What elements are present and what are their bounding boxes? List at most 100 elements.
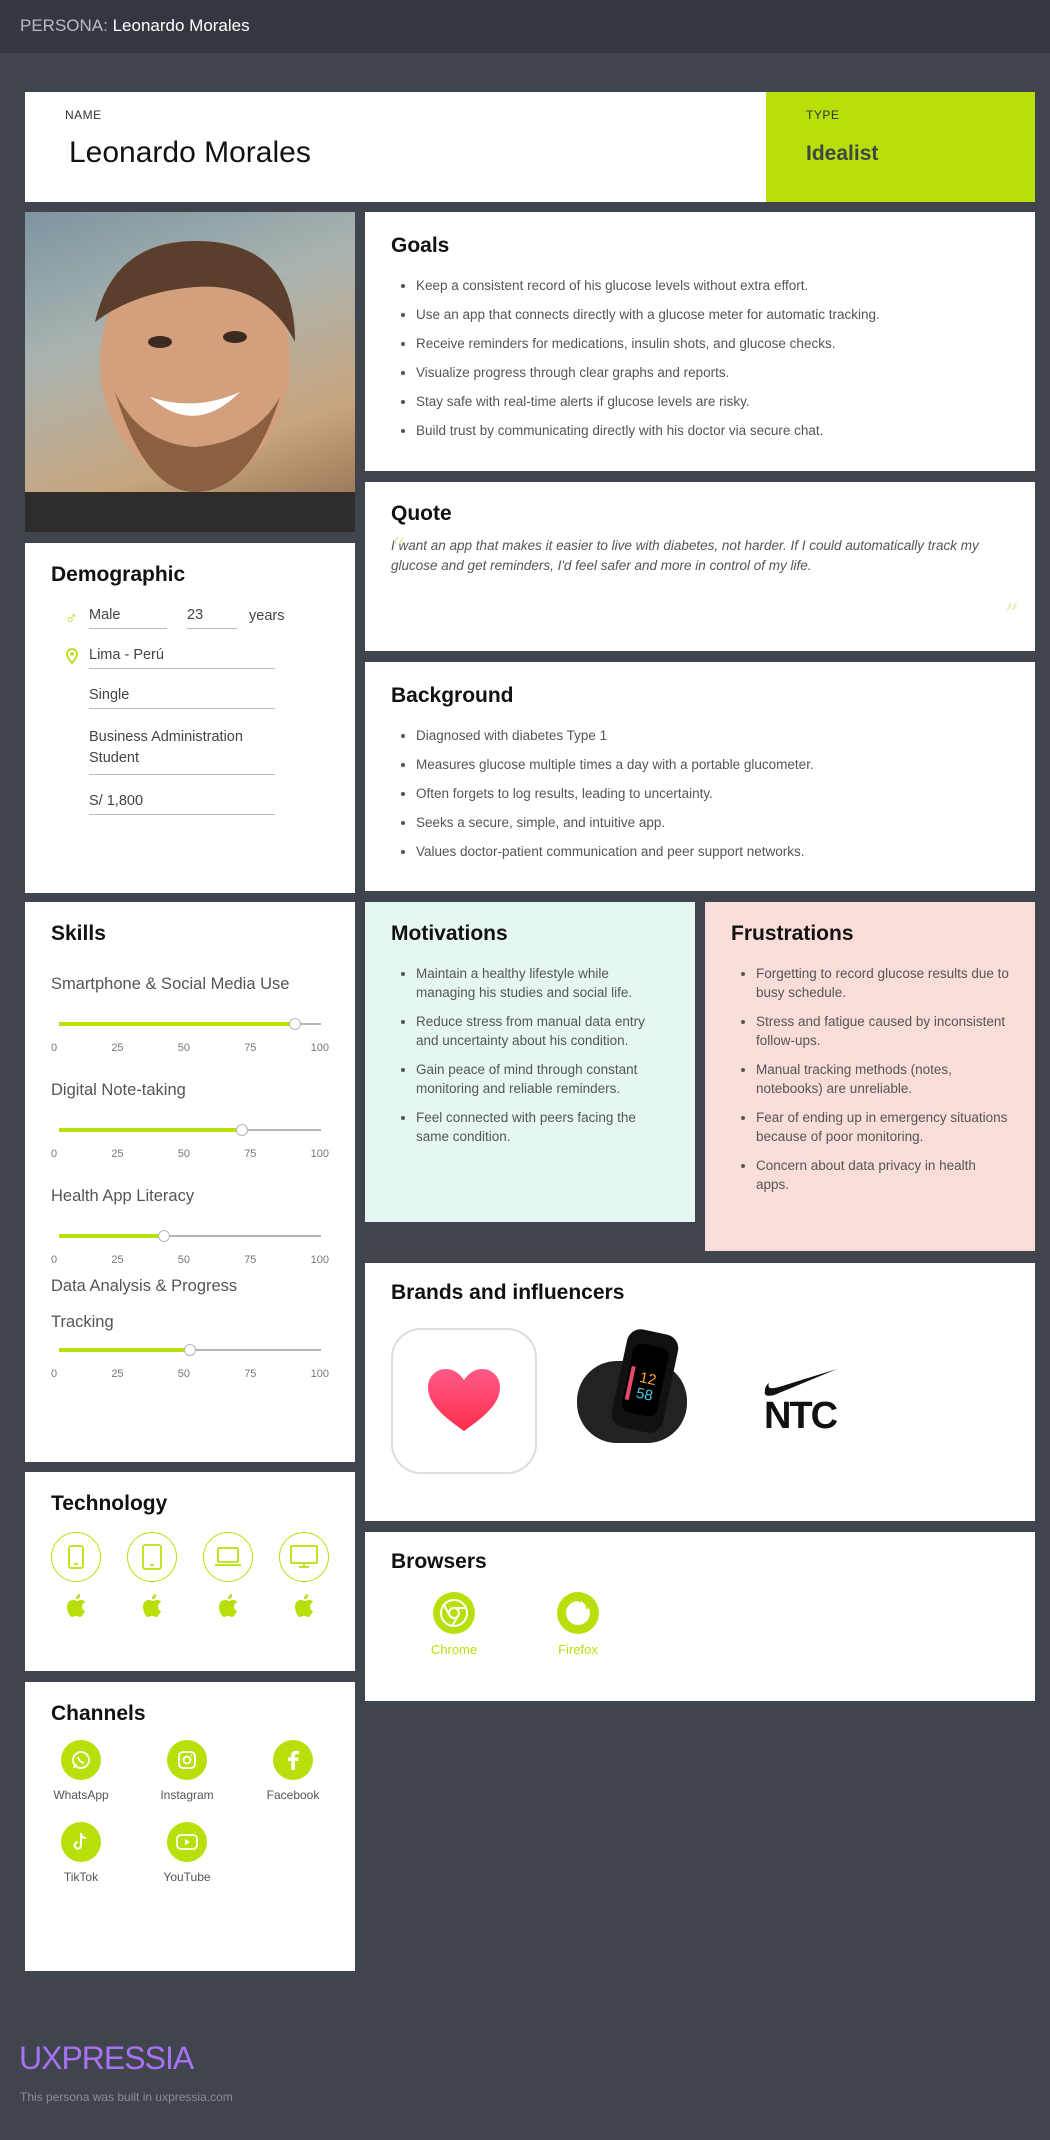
desktop-icon	[279, 1532, 329, 1582]
frustration-item: Concern about data privacy in health app…	[756, 1156, 1009, 1194]
demographic-card: Demographic ♂ Male 23 years Lima - Perú …	[25, 543, 355, 893]
browsers-card: Browsers Chrome Firefox	[365, 1532, 1035, 1701]
frustration-item: Stress and fatigue caused by inconsisten…	[756, 1012, 1009, 1050]
skill-slider[interactable]	[59, 1018, 321, 1030]
slider-ticks: 0 25 50 75 100	[51, 1042, 329, 1054]
browser-firefox: Firefox	[545, 1592, 611, 1657]
channel-instagram: Instagram	[157, 1740, 217, 1802]
tick-label: 50	[177, 1254, 190, 1266]
persona-prefix: PERSONA:	[20, 16, 108, 35]
youtube-icon	[167, 1822, 207, 1862]
background-item: Seeks a secure, simple, and intuitive ap…	[416, 813, 1009, 832]
tablet-icon	[127, 1532, 177, 1582]
motivation-item: Gain peace of mind through constant moni…	[416, 1060, 669, 1098]
chrome-icon	[433, 1592, 475, 1634]
whatsapp-icon	[61, 1740, 101, 1780]
background-item: Values doctor-patient communication and …	[416, 842, 1009, 861]
slider-thumb[interactable]	[288, 1018, 301, 1030]
tick-label: 50	[177, 1042, 190, 1054]
tick-label: 25	[111, 1254, 124, 1266]
persona-full-name: Leonardo Morales	[69, 136, 311, 169]
slider-fill	[59, 1128, 243, 1132]
skill-item: Health App Literacy 0 25 50 75 100	[51, 1178, 329, 1266]
slider-thumb[interactable]	[157, 1230, 170, 1242]
quote-close-icon: ”	[1004, 598, 1019, 631]
skill-item: Digital Note-taking 0 25 50 75 100	[51, 1072, 329, 1160]
skill-item: Smartphone & Social Media Use 0 25 50 75…	[51, 966, 329, 1054]
age-field: 23	[187, 607, 237, 629]
skill-name: Digital Note-taking	[51, 1081, 186, 1099]
apple-icon	[203, 1594, 253, 1623]
tick-label: 50	[177, 1368, 190, 1380]
status-field: Single	[89, 687, 275, 709]
frustration-item: Manual tracking methods (notes, notebook…	[756, 1060, 1009, 1098]
channels-title: Channels	[51, 1702, 146, 1725]
quote-open-icon: “	[391, 532, 406, 565]
brands-card: Brands and influencers 12 58 NTC	[365, 1263, 1035, 1521]
ntc-text: NTC	[763, 1395, 838, 1437]
tick-label: 0	[51, 1254, 58, 1266]
channel-tiktok: TikTok	[51, 1822, 111, 1884]
motivation-item: Maintain a healthy lifestyle while manag…	[416, 964, 669, 1002]
skill-name: Smartphone & Social Media Use	[51, 975, 290, 993]
type-label: TYPE	[806, 108, 840, 122]
income-field: S/ 1,800	[89, 793, 275, 815]
skill-item: Data Analysis & Progress Tracking 0 25 5…	[51, 1268, 329, 1380]
skill-slider[interactable]	[59, 1344, 321, 1356]
slider-fill	[59, 1022, 295, 1026]
slider-fill	[59, 1234, 164, 1238]
nike-ntc-logo: NTC	[727, 1328, 873, 1474]
avatar-illustration	[25, 241, 355, 532]
background-item: Diagnosed with diabetes Type 1	[416, 726, 1009, 745]
goal-item: Build trust by communicating directly wi…	[416, 421, 1009, 440]
browsers-title: Browsers	[391, 1550, 487, 1573]
browser-label: Firefox	[558, 1642, 598, 1657]
tick-label: 25	[111, 1042, 124, 1054]
motivation-item: Feel connected with peers facing the sam…	[416, 1108, 669, 1146]
motivations-list: Maintain a healthy lifestyle while manag…	[391, 964, 669, 1146]
tick-label: 50	[177, 1148, 190, 1160]
motivations-card: Motivations Maintain a healthy lifestyle…	[365, 902, 695, 1222]
occupation-field: Business Administration Student	[89, 727, 275, 775]
background-list: Diagnosed with diabetes Type 1 Measures …	[391, 726, 1009, 861]
frustrations-list: Forgetting to record glucose results due…	[731, 964, 1009, 1194]
goals-card: Goals Keep a consistent record of his gl…	[365, 212, 1035, 471]
type-card: TYPE Idealist	[766, 92, 1035, 202]
frustrations-title: Frustrations	[731, 922, 854, 945]
tick-label: 0	[51, 1368, 58, 1380]
male-icon: ♂	[65, 609, 78, 628]
goals-title: Goals	[391, 234, 450, 257]
instagram-icon	[167, 1740, 207, 1780]
skill-slider[interactable]	[59, 1124, 321, 1136]
skill-name: Health App Literacy	[51, 1187, 195, 1205]
apple-health-logo	[391, 1328, 537, 1474]
footer-note: This persona was built in uxpressia.com	[20, 2090, 233, 2104]
footer-logo[interactable]: UXPRESSIA	[19, 2040, 194, 2077]
tick-label: 25	[111, 1368, 124, 1380]
tiktok-icon	[61, 1822, 101, 1862]
background-item: Measures glucose multiple times a day wi…	[416, 755, 1009, 774]
device-desktop	[279, 1532, 329, 1623]
apple-icon	[279, 1594, 329, 1623]
channel-label: YouTube	[163, 1870, 211, 1884]
device-tablet	[127, 1532, 177, 1623]
device-smartphone	[51, 1532, 101, 1623]
tick-label: 100	[310, 1042, 329, 1054]
goals-list: Keep a consistent record of his glucose …	[391, 276, 1009, 440]
demographic-title: Demographic	[51, 563, 186, 586]
tick-label: 0	[51, 1042, 58, 1054]
tick-label: 75	[244, 1254, 257, 1266]
persona-photo	[25, 212, 355, 532]
motivations-title: Motivations	[391, 922, 508, 945]
slider-thumb[interactable]	[184, 1344, 196, 1356]
tick-label: 75	[244, 1368, 257, 1380]
fitness-tracker-logo: 12 58	[559, 1321, 705, 1481]
device-laptop	[203, 1532, 253, 1623]
background-title: Background	[391, 684, 514, 707]
firefox-icon	[557, 1592, 599, 1634]
brands-title: Brands and influencers	[391, 1281, 625, 1304]
location-pin-icon	[65, 648, 89, 669]
skill-slider[interactable]	[59, 1230, 321, 1242]
slider-thumb[interactable]	[236, 1124, 249, 1136]
channel-label: WhatsApp	[53, 1788, 109, 1802]
